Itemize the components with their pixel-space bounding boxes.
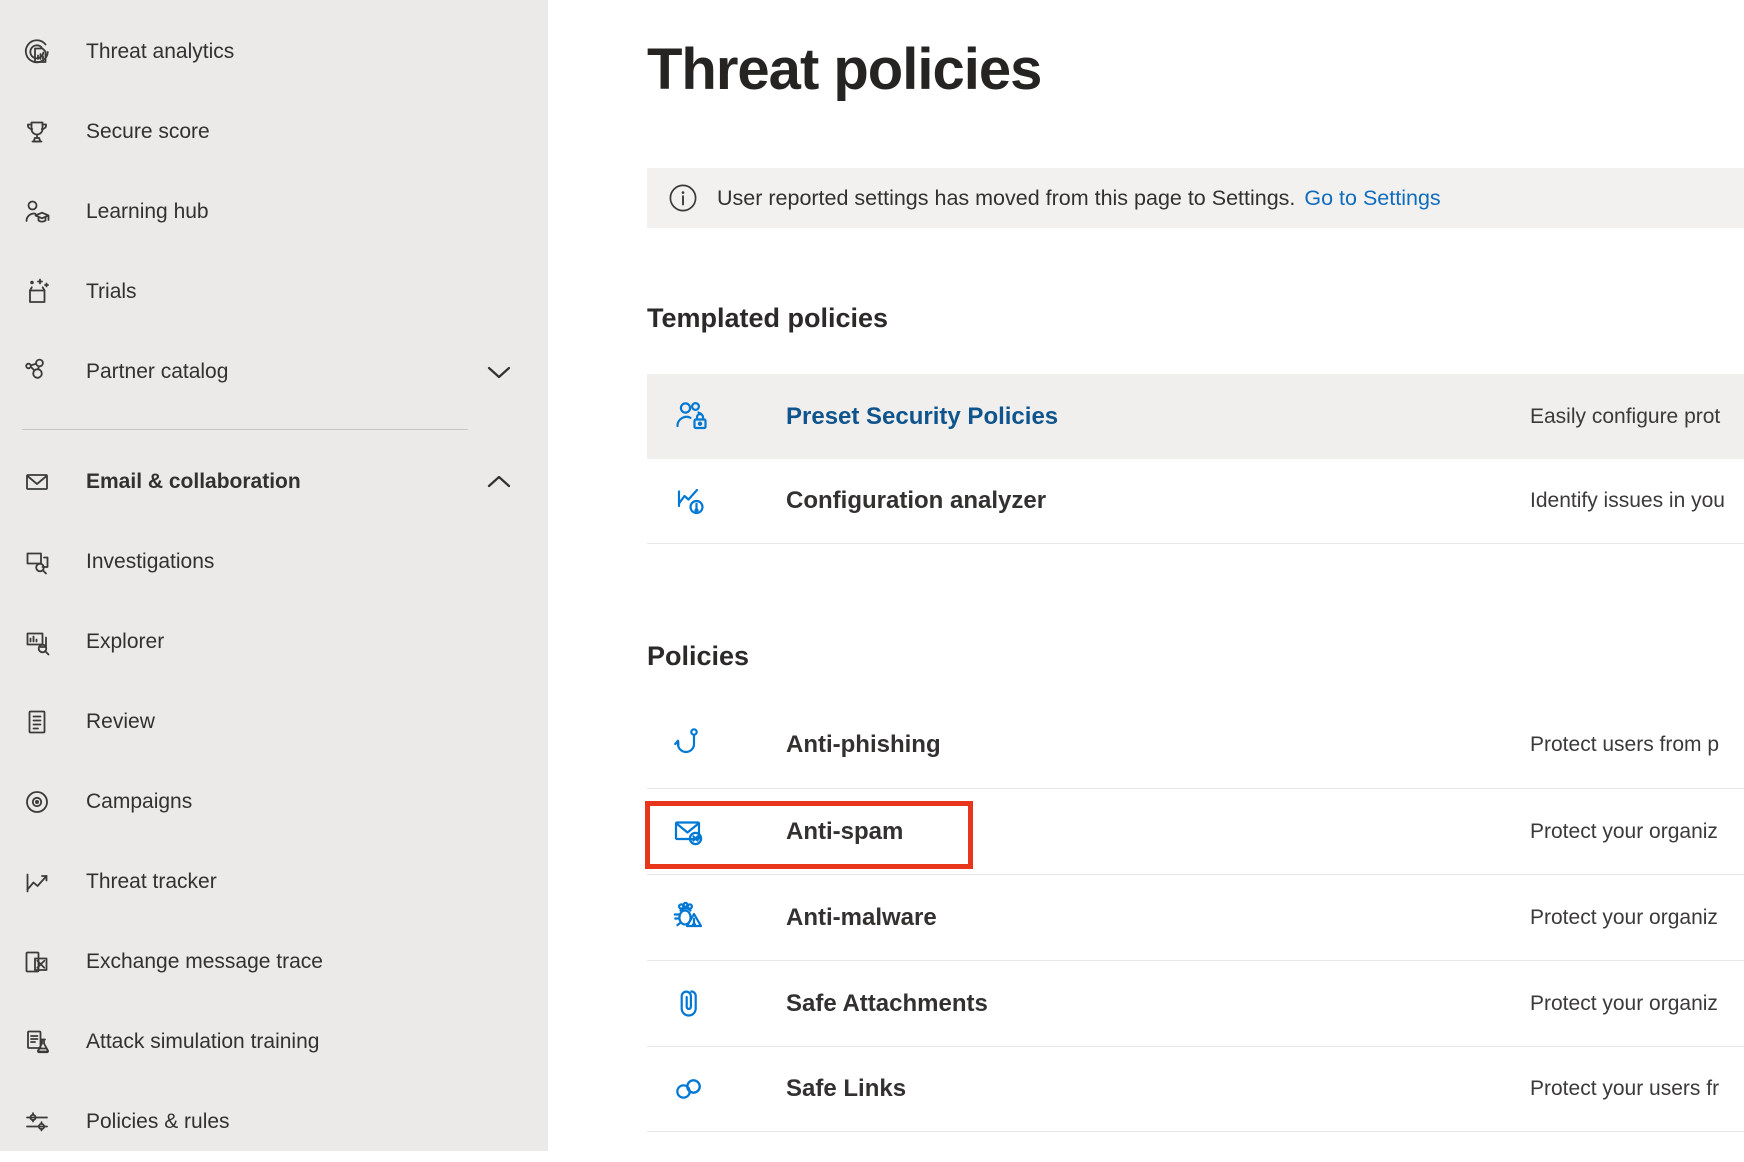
sidebar-item-explorer[interactable]: Explorer <box>0 602 548 682</box>
policy-row-anti-malware[interactable]: Anti-malware Protect your organiz <box>647 874 1744 960</box>
sidebar-item-label: Learning hub <box>86 200 209 224</box>
chevron-up-icon <box>486 474 512 490</box>
configuration-analyzer-icon <box>668 479 712 523</box>
policy-row-label[interactable]: Preset Security Policies <box>786 403 1058 431</box>
sidebar: Threat analytics Secure score Learning h… <box>0 0 548 1151</box>
sidebar-item-secure-score[interactable]: Secure score <box>0 92 548 172</box>
chevron-down-icon <box>486 364 512 380</box>
sidebar-item-partner-catalog[interactable]: Partner catalog <box>0 332 548 412</box>
policy-row-label[interactable]: Anti-phishing <box>786 731 941 759</box>
sidebar-item-label: Email & collaboration <box>86 470 301 494</box>
policy-row-label[interactable]: Anti-spam <box>786 818 903 846</box>
sidebar-item-review[interactable]: Review <box>0 682 548 762</box>
info-icon <box>668 183 698 213</box>
trophy-icon <box>20 115 54 149</box>
sidebar-item-label: Investigations <box>86 550 214 574</box>
policy-row-configuration-analyzer[interactable]: Configuration analyzer Identify issues i… <box>647 459 1744 544</box>
policy-row-label[interactable]: Anti-malware <box>786 904 937 932</box>
sidebar-item-attack-simulation-training[interactable]: Attack simulation training <box>0 1002 548 1082</box>
policy-row-label[interactable]: Safe Links <box>786 1075 906 1103</box>
trials-icon <box>20 275 54 309</box>
go-to-settings-link[interactable]: Go to Settings <box>1304 186 1440 211</box>
sidebar-item-trials[interactable]: Trials <box>0 252 548 332</box>
sidebar-item-exchange-message-trace[interactable]: E Exchange message trace <box>0 922 548 1002</box>
templated-policies-table: Preset Security Policies Easily configur… <box>647 374 1744 544</box>
sidebar-item-label: Trials <box>86 280 137 304</box>
sidebar-item-label: Attack simulation training <box>86 1030 319 1054</box>
policy-row-description: Protect your organiz <box>1530 820 1718 844</box>
learning-hub-icon <box>20 195 54 229</box>
investigations-icon <box>20 545 54 579</box>
sidebar-item-policies-rules[interactable]: Policies & rules <box>0 1082 548 1162</box>
exchange-icon: E <box>20 945 54 979</box>
review-icon <box>20 705 54 739</box>
page-title: Threat policies <box>647 36 1041 103</box>
anti-spam-icon <box>668 810 712 854</box>
sidebar-item-learning-hub[interactable]: Learning hub <box>0 172 548 252</box>
sidebar-item-email-collaboration[interactable]: Email & collaboration <box>0 442 548 522</box>
policy-row-description: Protect your organiz <box>1530 992 1718 1016</box>
policy-row-description: Protect your users fr <box>1530 1077 1719 1101</box>
attack-simulation-icon <box>20 1025 54 1059</box>
main-content: Threat policies User reported settings h… <box>548 0 1744 1151</box>
policy-row-safe-links[interactable]: Safe Links Protect your users fr <box>647 1046 1744 1132</box>
sidebar-item-label: Secure score <box>86 120 210 144</box>
policy-row-anti-phishing[interactable]: Anti-phishing Protect users from p <box>647 702 1744 788</box>
sliders-icon <box>20 1105 54 1139</box>
preset-security-policies-icon <box>668 395 712 439</box>
sidebar-item-label: Partner catalog <box>86 360 228 384</box>
section-heading-templated-policies: Templated policies <box>647 303 888 334</box>
sidebar-item-threat-tracker[interactable]: Threat tracker <box>0 842 548 922</box>
sidebar-item-investigations[interactable]: Investigations <box>0 522 548 602</box>
threat-analytics-icon <box>20 35 54 69</box>
policy-row-description: Protect your organiz <box>1530 906 1718 930</box>
campaigns-icon <box>20 785 54 819</box>
sidebar-divider <box>22 429 468 430</box>
policy-row-safe-attachments[interactable]: Safe Attachments Protect your organiz <box>647 960 1744 1046</box>
policies-table: Anti-phishing Protect users from p Anti-… <box>647 702 1744 1132</box>
sidebar-item-label: Review <box>86 710 155 734</box>
sidebar-item-label: Exchange message trace <box>86 950 323 974</box>
policy-row-description: Easily configure prot <box>1530 405 1720 429</box>
policy-row-description: Protect users from p <box>1530 733 1719 757</box>
policy-row-label[interactable]: Safe Attachments <box>786 990 988 1018</box>
envelope-icon <box>20 465 54 499</box>
sidebar-item-campaigns[interactable]: Campaigns <box>0 762 548 842</box>
partner-catalog-icon <box>20 355 54 389</box>
safe-links-icon <box>668 1067 712 1111</box>
safe-attachments-icon <box>668 982 712 1026</box>
policy-row-label[interactable]: Configuration analyzer <box>786 487 1046 515</box>
anti-malware-icon <box>668 896 712 940</box>
info-banner: User reported settings has moved from th… <box>647 168 1744 228</box>
policy-row-preset-security-policies[interactable]: Preset Security Policies Easily configur… <box>647 374 1744 459</box>
explorer-icon <box>20 625 54 659</box>
sidebar-item-label: Explorer <box>86 630 164 654</box>
sidebar-nav: Threat analytics Secure score Learning h… <box>0 0 548 1162</box>
sidebar-item-label: Threat tracker <box>86 870 217 894</box>
banner-text: User reported settings has moved from th… <box>717 186 1295 211</box>
sidebar-item-label: Threat analytics <box>86 40 234 64</box>
sidebar-item-label: Campaigns <box>86 790 192 814</box>
policy-row-description: Identify issues in you <box>1530 489 1725 513</box>
policy-row-anti-spam[interactable]: Anti-spam Protect your organiz <box>647 788 1744 874</box>
anti-phishing-icon <box>668 723 712 767</box>
section-heading-policies: Policies <box>647 641 749 672</box>
sidebar-item-label: Policies & rules <box>86 1110 230 1134</box>
sidebar-item-threat-analytics[interactable]: Threat analytics <box>0 12 548 92</box>
threat-tracker-icon <box>20 865 54 899</box>
